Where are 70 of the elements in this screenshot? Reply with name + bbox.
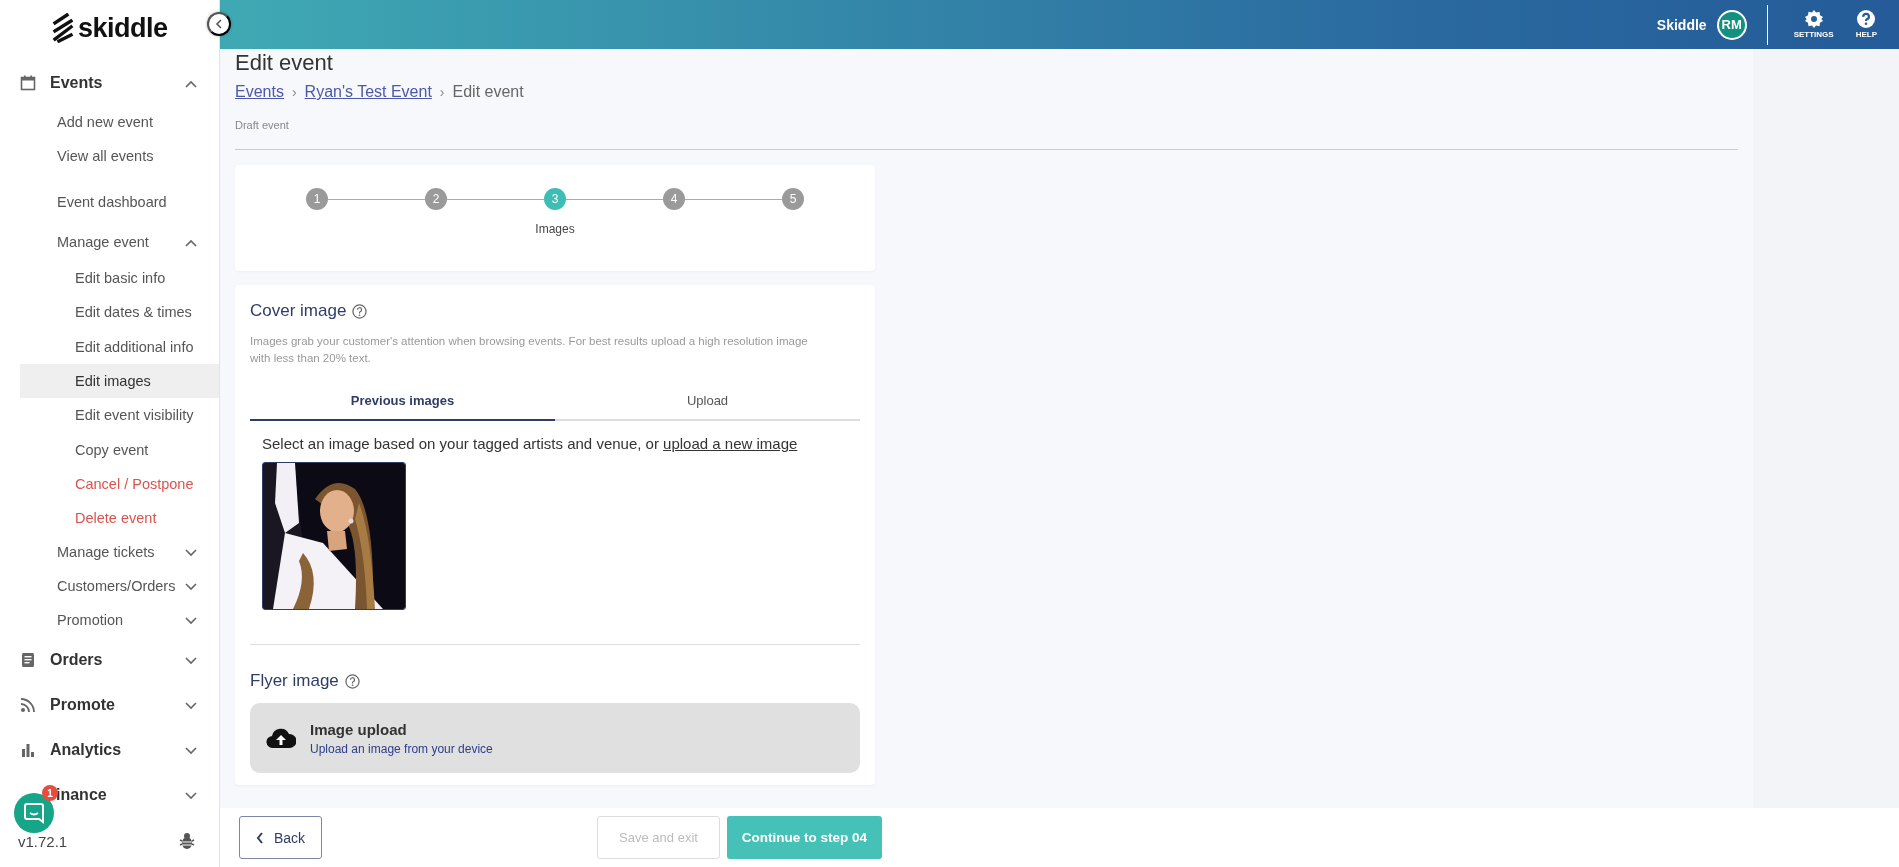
chevron-icon [185, 549, 197, 558]
notification-badge: 1 [42, 785, 58, 801]
upload-dropzone[interactable]: Image upload Upload an image from your device [250, 703, 860, 773]
nav-section[interactable]: inance [56, 785, 107, 803]
nav-item[interactable]: Manage tickets [0, 535, 219, 570]
chevron-icon [255, 831, 264, 844]
nav-section[interactable]: Orders [50, 650, 103, 668]
nav-subitem[interactable]: Copy event [20, 432, 219, 467]
nav-subitem[interactable]: Edit images [20, 363, 219, 399]
chevron-icon [185, 79, 197, 88]
nav-item[interactable]: Add new event [0, 105, 219, 139]
breadcrumb-link[interactable]: Events [235, 83, 284, 101]
tab[interactable]: Previous images [250, 381, 555, 421]
breadcrumb-current: Edit event [452, 83, 524, 101]
breadcrumb-link[interactable]: Ryan's Test Event [304, 83, 432, 101]
nav-subitem[interactable]: Edit dates & times [20, 295, 219, 330]
section-title: Cover image [250, 301, 347, 321]
chevron-icon [185, 656, 197, 665]
bug-icon[interactable] [179, 832, 195, 850]
rss-icon [20, 696, 36, 713]
breadcrumb-separator: › [439, 84, 445, 100]
nav-section[interactable]: Events [50, 73, 103, 91]
help-icon[interactable] [352, 303, 368, 319]
calendar-icon [20, 74, 36, 91]
nav-subitem[interactable]: Edit additional info [20, 329, 219, 364]
user-name: Skiddle [1656, 16, 1707, 33]
prompt-text: Select an image based on your tagged artists and venue, or upload a new image [262, 435, 799, 452]
nav-section[interactable]: Promote [50, 695, 115, 713]
version-label: v1.72.1 [18, 832, 68, 850]
step-label: Images [535, 222, 575, 236]
section-title: Flyer image [250, 671, 339, 691]
nav-item[interactable]: Customers/Orders [0, 569, 219, 604]
help-icon[interactable] [344, 673, 360, 689]
nav-item[interactable]: Promotion [0, 603, 219, 638]
breadcrumb-separator: › [291, 84, 297, 100]
chevron-icon [215, 19, 223, 29]
chevron-icon [185, 239, 197, 247]
help-button[interactable]: HELP [1849, 10, 1883, 39]
cloud-upload-icon [266, 728, 296, 748]
nav-subitem[interactable]: Edit basic info [20, 261, 219, 296]
upload-title: Image upload [310, 720, 408, 738]
logo-text[interactable]: skiddle [78, 12, 168, 44]
nav-subitem[interactable]: Cancel / Postpone [20, 466, 219, 502]
upload-subtitle: Upload an image from your device [310, 741, 493, 756]
nav-subitem[interactable]: Delete event [20, 501, 219, 536]
nav-item[interactable]: Manage event [0, 223, 219, 261]
chevron-icon [185, 746, 197, 755]
tab[interactable]: Upload [555, 381, 860, 421]
chevron-icon [185, 617, 197, 626]
settings-button[interactable]: SETTINGS [1787, 10, 1840, 39]
nav-item[interactable]: Event dashboard [0, 185, 219, 219]
chevron-icon [185, 791, 197, 800]
nav-section[interactable]: Analytics [50, 740, 122, 758]
nav-item[interactable]: View all events [0, 139, 219, 173]
document-icon [20, 651, 36, 668]
chevron-icon [185, 583, 197, 592]
user-avatar[interactable]: RM [1716, 9, 1747, 40]
hint-text: Images grab your customer's attention when browsing events. For best results upload a high resolution image with less than 20% text. [250, 334, 809, 366]
bar-chart-icon [20, 741, 36, 758]
settings-icon [1804, 10, 1823, 28]
nav-subitem[interactable]: Edit event visibility [20, 398, 219, 433]
event-status: Draft event [235, 119, 1738, 150]
collapse-button[interactable] [207, 12, 231, 36]
logo-icon [52, 13, 74, 43]
upload-link[interactable]: upload a new image [663, 435, 798, 452]
chat-icon [23, 802, 45, 824]
chevron-icon [185, 701, 197, 710]
back-button[interactable]: Back [239, 816, 322, 859]
help-icon [1857, 10, 1876, 28]
page-title: Edit event [235, 51, 334, 75]
